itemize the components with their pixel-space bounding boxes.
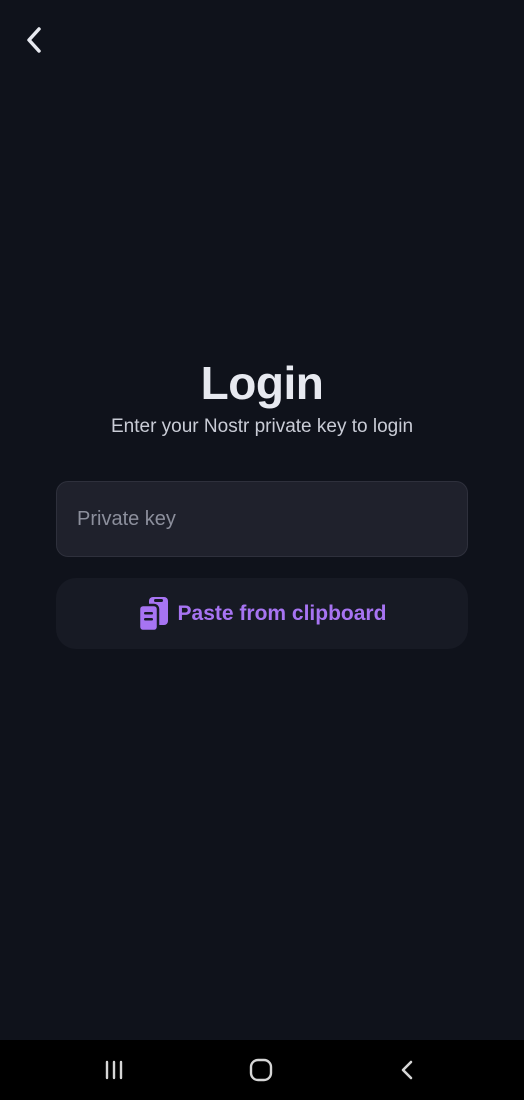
paste-from-clipboard-button[interactable]: Paste from clipboard bbox=[56, 578, 468, 649]
private-key-input[interactable] bbox=[56, 481, 468, 557]
recent-apps-icon bbox=[103, 1060, 125, 1080]
home-button[interactable] bbox=[226, 1040, 296, 1100]
paste-button-label: Paste from clipboard bbox=[177, 601, 387, 625]
login-screen: Login Enter your Nostr private key to lo… bbox=[0, 0, 524, 1100]
home-icon bbox=[249, 1058, 273, 1082]
chevron-left-icon bbox=[23, 25, 45, 55]
recent-apps-button[interactable] bbox=[79, 1040, 149, 1100]
page-subtitle: Enter your Nostr private key to login bbox=[110, 416, 414, 437]
back-icon bbox=[399, 1059, 415, 1081]
clipboard-icon bbox=[137, 596, 170, 632]
page-title: Login bbox=[200, 357, 324, 409]
back-button[interactable] bbox=[14, 20, 54, 60]
system-navigation-bar bbox=[0, 1040, 524, 1100]
system-back-button[interactable] bbox=[372, 1040, 442, 1100]
